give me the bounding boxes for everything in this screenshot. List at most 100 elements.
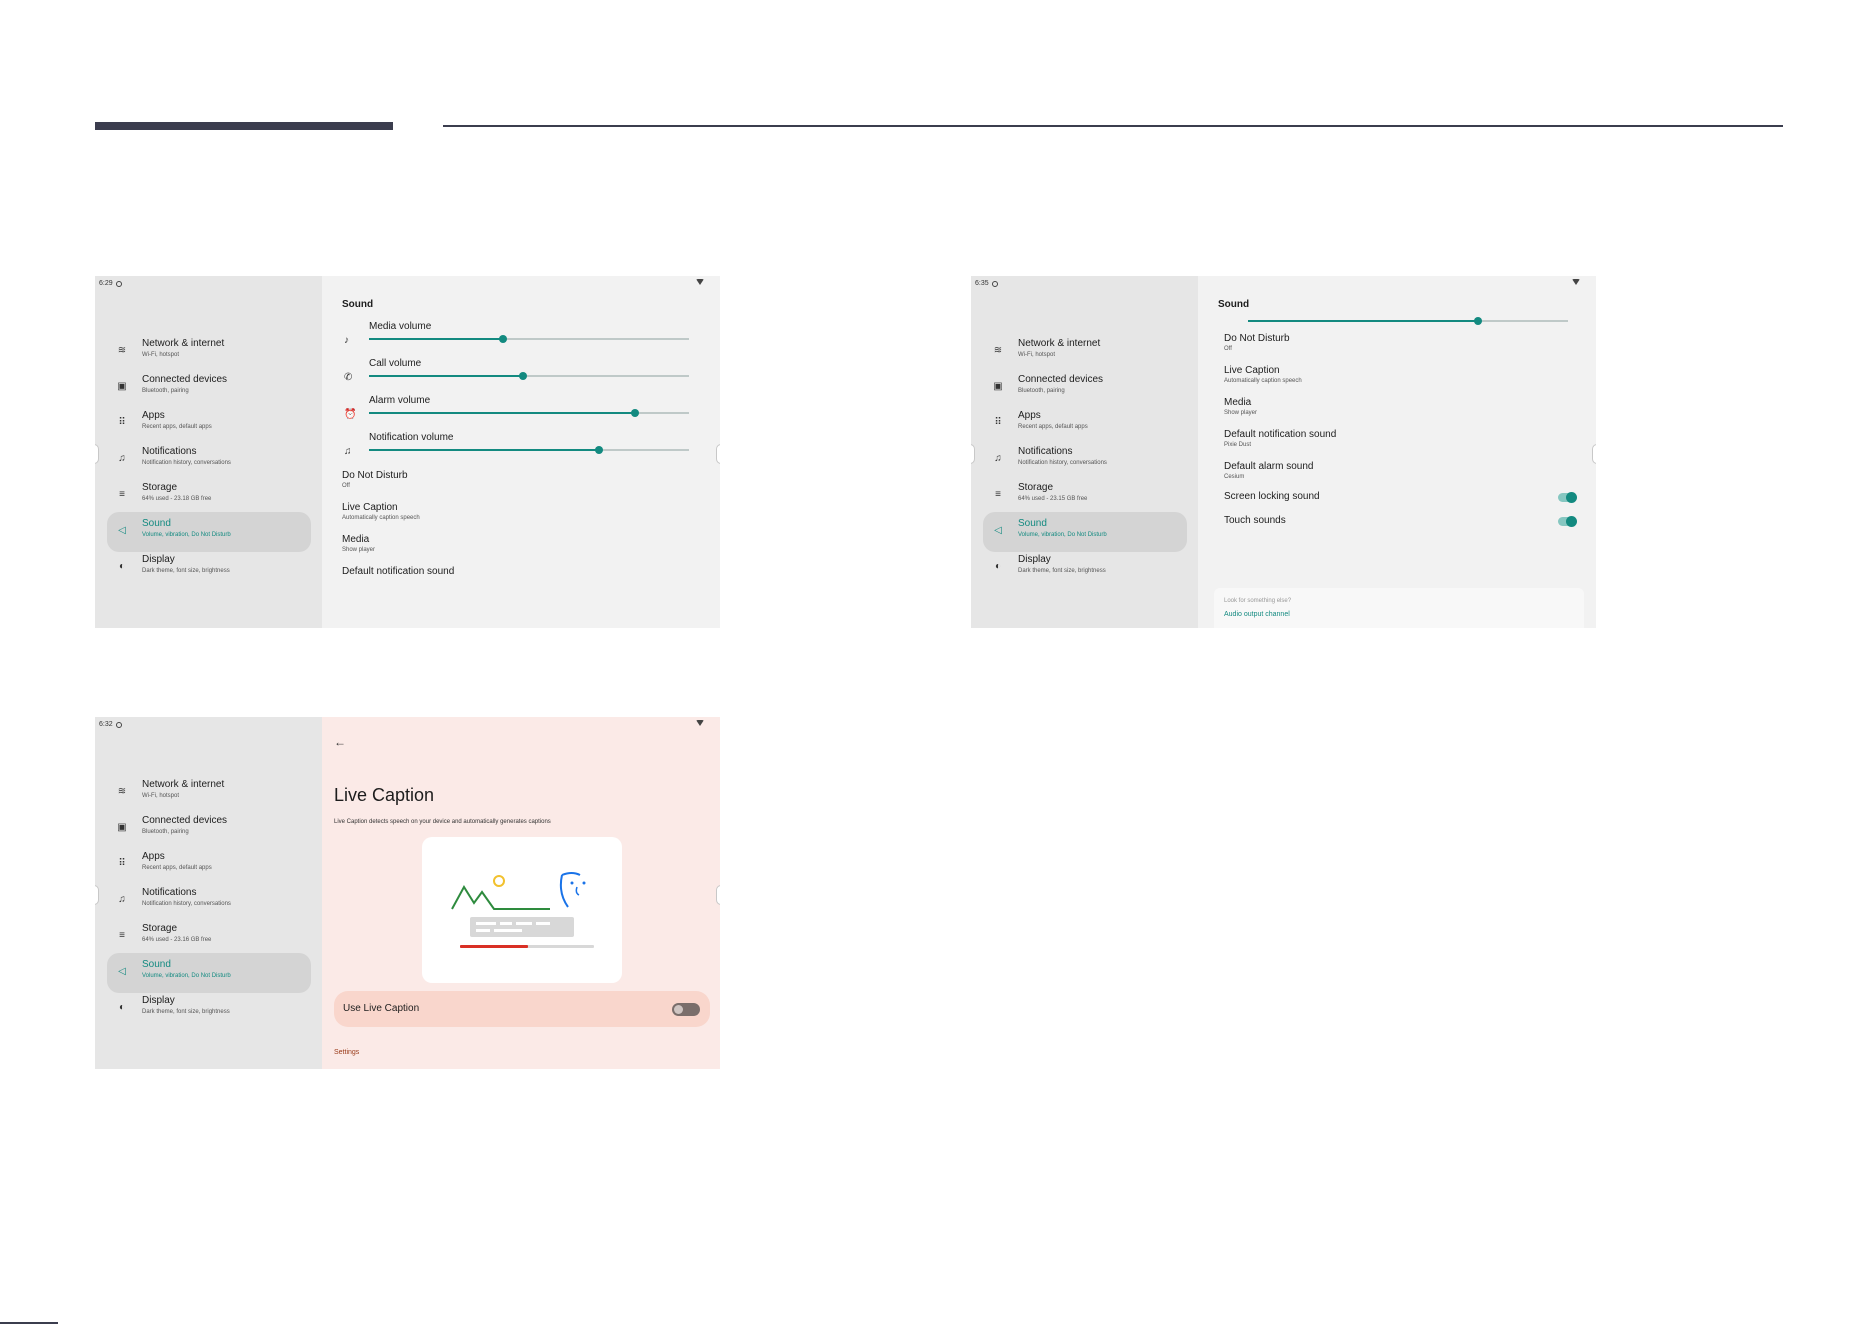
sidebar-item-notifications[interactable]: ♫ Notifications Notification history, conv… xyxy=(107,440,311,480)
header-rule xyxy=(443,125,1783,127)
sidebar-item-apps[interactable]: ⠿ Apps Recent apps, default apps xyxy=(107,404,311,444)
sidebar-item-title: Connected devices xyxy=(142,815,228,826)
sidebar-item-title: Display xyxy=(142,554,175,565)
music-note-icon: ♪ xyxy=(344,335,349,346)
settings-item-title: Default alarm sound xyxy=(1224,461,1314,472)
edge-handle-right[interactable] xyxy=(1592,444,1596,464)
alarm-icon: ⏰ xyxy=(344,409,357,420)
volume-slider[interactable] xyxy=(1248,317,1568,325)
sidebar-item-subtitle: Volume, vibration, Do Not Disturb xyxy=(142,532,231,538)
slider-fill xyxy=(369,338,504,340)
settings-item[interactable]: Live Caption Automatically caption speech xyxy=(1224,365,1564,384)
sidebar-item-connected-devices[interactable]: ▣ Connected devices Bluetooth, pairing xyxy=(107,368,311,408)
settings-item-subtitle: Off xyxy=(342,483,350,489)
sidebar-item-network-internet[interactable]: ≋ Network & internet Wi-Fi, hotspot xyxy=(107,773,311,813)
slider-fill xyxy=(369,412,635,414)
settings-item[interactable]: Do Not Disturb Off xyxy=(342,470,682,489)
edge-handle-right[interactable] xyxy=(716,885,720,905)
back-arrow-icon[interactable]: ← xyxy=(334,735,346,749)
sidebar-item-display[interactable]: ◐ Display Dark theme, font size, brightnes… xyxy=(107,989,311,1029)
sidebar-item-title: Notifications xyxy=(142,887,197,898)
sidebar-item-connected-devices[interactable]: ▣ Connected devices Bluetooth, pairing xyxy=(107,809,311,849)
sidebar-item-title: Notifications xyxy=(142,446,197,457)
settings-item[interactable]: Media Show player xyxy=(1224,397,1564,416)
sidebar-item-title: Apps xyxy=(142,410,165,421)
use-live-caption-toggle[interactable] xyxy=(672,1003,700,1016)
brightness-icon: ◐ xyxy=(118,1002,126,1013)
slider-thumb[interactable] xyxy=(630,409,639,417)
audio-output-channel-link[interactable]: Audio output channel xyxy=(1224,611,1290,618)
volume-row: ⏰ Alarm volume xyxy=(342,395,702,431)
sidebar-item-title: Storage xyxy=(142,923,178,934)
sidebar-item-subtitle: Recent apps, default apps xyxy=(1018,424,1088,430)
settings-item-title: Do Not Disturb xyxy=(342,470,408,481)
volume-slider[interactable] xyxy=(369,446,689,454)
volume-slider[interactable] xyxy=(369,409,689,417)
sidebar-item-subtitle: Dark theme, font size, brightness xyxy=(142,568,230,574)
settings-item-subtitle: Automatically caption speech xyxy=(342,515,420,521)
slider-thumb[interactable] xyxy=(518,372,527,380)
phone-icon: ✆ xyxy=(344,372,353,383)
sidebar-item-subtitle: Notification history, conversations xyxy=(1018,460,1107,466)
sidebar-item-display[interactable]: ◐ Display Dark theme, font size, brightnes… xyxy=(983,548,1187,588)
toggle-switch[interactable] xyxy=(1558,516,1577,527)
sidebar-item-title: Apps xyxy=(1018,410,1041,421)
live-caption-illustration xyxy=(422,837,622,983)
page-description: Live Caption detects speech on your devi… xyxy=(334,819,551,825)
slider-thumb[interactable] xyxy=(595,446,604,454)
toggle-row-label: Touch sounds xyxy=(1224,515,1564,526)
settings-item-subtitle: Cesium xyxy=(1224,474,1245,480)
settings-item[interactable]: Media Show player xyxy=(342,534,682,553)
page-title: Sound xyxy=(1218,299,1250,310)
sidebar-item-network-internet[interactable]: ≋ Network & internet Wi-Fi, hotspot xyxy=(983,332,1187,372)
volume-row: ✆ Call volume xyxy=(342,358,702,394)
sidebar-item-display[interactable]: ◐ Display Dark theme, font size, brightnes… xyxy=(107,548,311,588)
sidebar-item-sound[interactable]: ◁ Sound Volume, vibration, Do Not Disturb xyxy=(107,953,311,993)
sidebar-item-title: Connected devices xyxy=(1018,374,1104,385)
sidebar-item-storage[interactable]: ≡ Storage 64% used - 23.18 GB free xyxy=(107,476,311,516)
settings-item-title: Media xyxy=(342,534,370,545)
settings-item[interactable]: Live Caption Automatically caption speech xyxy=(342,502,682,521)
settings-item[interactable]: Default notification sound xyxy=(342,566,682,579)
sidebar-item-subtitle: 64% used - 23.16 GB free xyxy=(142,937,212,943)
sidebar-item-storage[interactable]: ≡ Storage 64% used - 23.15 GB free xyxy=(983,476,1187,516)
settings-item-title: Live Caption xyxy=(342,502,398,513)
status-icon xyxy=(991,280,998,287)
sidebar-item-apps[interactable]: ⠿ Apps Recent apps, default apps xyxy=(107,845,311,885)
slider-thumb[interactable] xyxy=(1474,317,1483,325)
sidebar-item-subtitle: Volume, vibration, Do Not Disturb xyxy=(142,973,231,979)
sidebar-item-sound[interactable]: ◁ Sound Volume, vibration, Do Not Disturb xyxy=(107,512,311,552)
edge-handle-left[interactable] xyxy=(971,444,975,464)
edge-handle-left[interactable] xyxy=(95,444,99,464)
settings-item[interactable]: Do Not Disturb Off xyxy=(1224,333,1564,352)
sidebar-item-title: Network & internet xyxy=(142,779,225,790)
sidebar-item-network-internet[interactable]: ≋ Network & internet Wi-Fi, hotspot xyxy=(107,332,311,372)
toggle-knob xyxy=(1566,492,1577,503)
sidebar-item-notifications[interactable]: ♫ Notifications Notification history, conv… xyxy=(983,440,1187,480)
status-bar-time: 6:29 xyxy=(99,280,122,287)
use-live-caption-row[interactable]: Use Live Caption xyxy=(334,991,710,1027)
sidebar-item-connected-devices[interactable]: ▣ Connected devices Bluetooth, pairing xyxy=(983,368,1187,408)
settings-item-subtitle: Pixie Dust xyxy=(1224,442,1252,448)
settings-sidebar: 6:32 ≋ Network & internet Wi-Fi, hotspot ▣ C… xyxy=(95,717,322,1069)
sidebar-item-sound[interactable]: ◁ Sound Volume, vibration, Do Not Disturb xyxy=(983,512,1187,552)
sidebar-item-subtitle: Bluetooth, pairing xyxy=(142,829,189,835)
edge-handle-right[interactable] xyxy=(716,444,720,464)
apps-grid-icon: ⠿ xyxy=(118,858,126,869)
wifi-icon: ≋ xyxy=(993,345,1003,356)
slider-thumb[interactable] xyxy=(499,335,508,343)
sidebar-item-storage[interactable]: ≡ Storage 64% used - 23.16 GB free xyxy=(107,917,311,957)
volume-slider[interactable] xyxy=(369,372,689,380)
bell-icon: ♫ xyxy=(994,453,1002,464)
sidebar-item-notifications[interactable]: ♫ Notifications Notification history, conv… xyxy=(107,881,311,921)
sidebar-item-apps[interactable]: ⠿ Apps Recent apps, default apps xyxy=(983,404,1187,444)
edge-handle-left[interactable] xyxy=(95,885,99,905)
volume-slider[interactable] xyxy=(369,335,689,343)
bell-icon: ♫ xyxy=(118,453,126,464)
sidebar-item-title: Network & internet xyxy=(142,338,225,349)
use-live-caption-label: Use Live Caption xyxy=(343,1003,420,1014)
toggle-switch[interactable] xyxy=(1558,492,1577,503)
toggle-label: Touch sounds xyxy=(1224,515,1286,526)
settings-item[interactable]: Default notification sound Pixie Dust xyxy=(1224,429,1564,448)
settings-item[interactable]: Default alarm sound Cesium xyxy=(1224,461,1564,480)
